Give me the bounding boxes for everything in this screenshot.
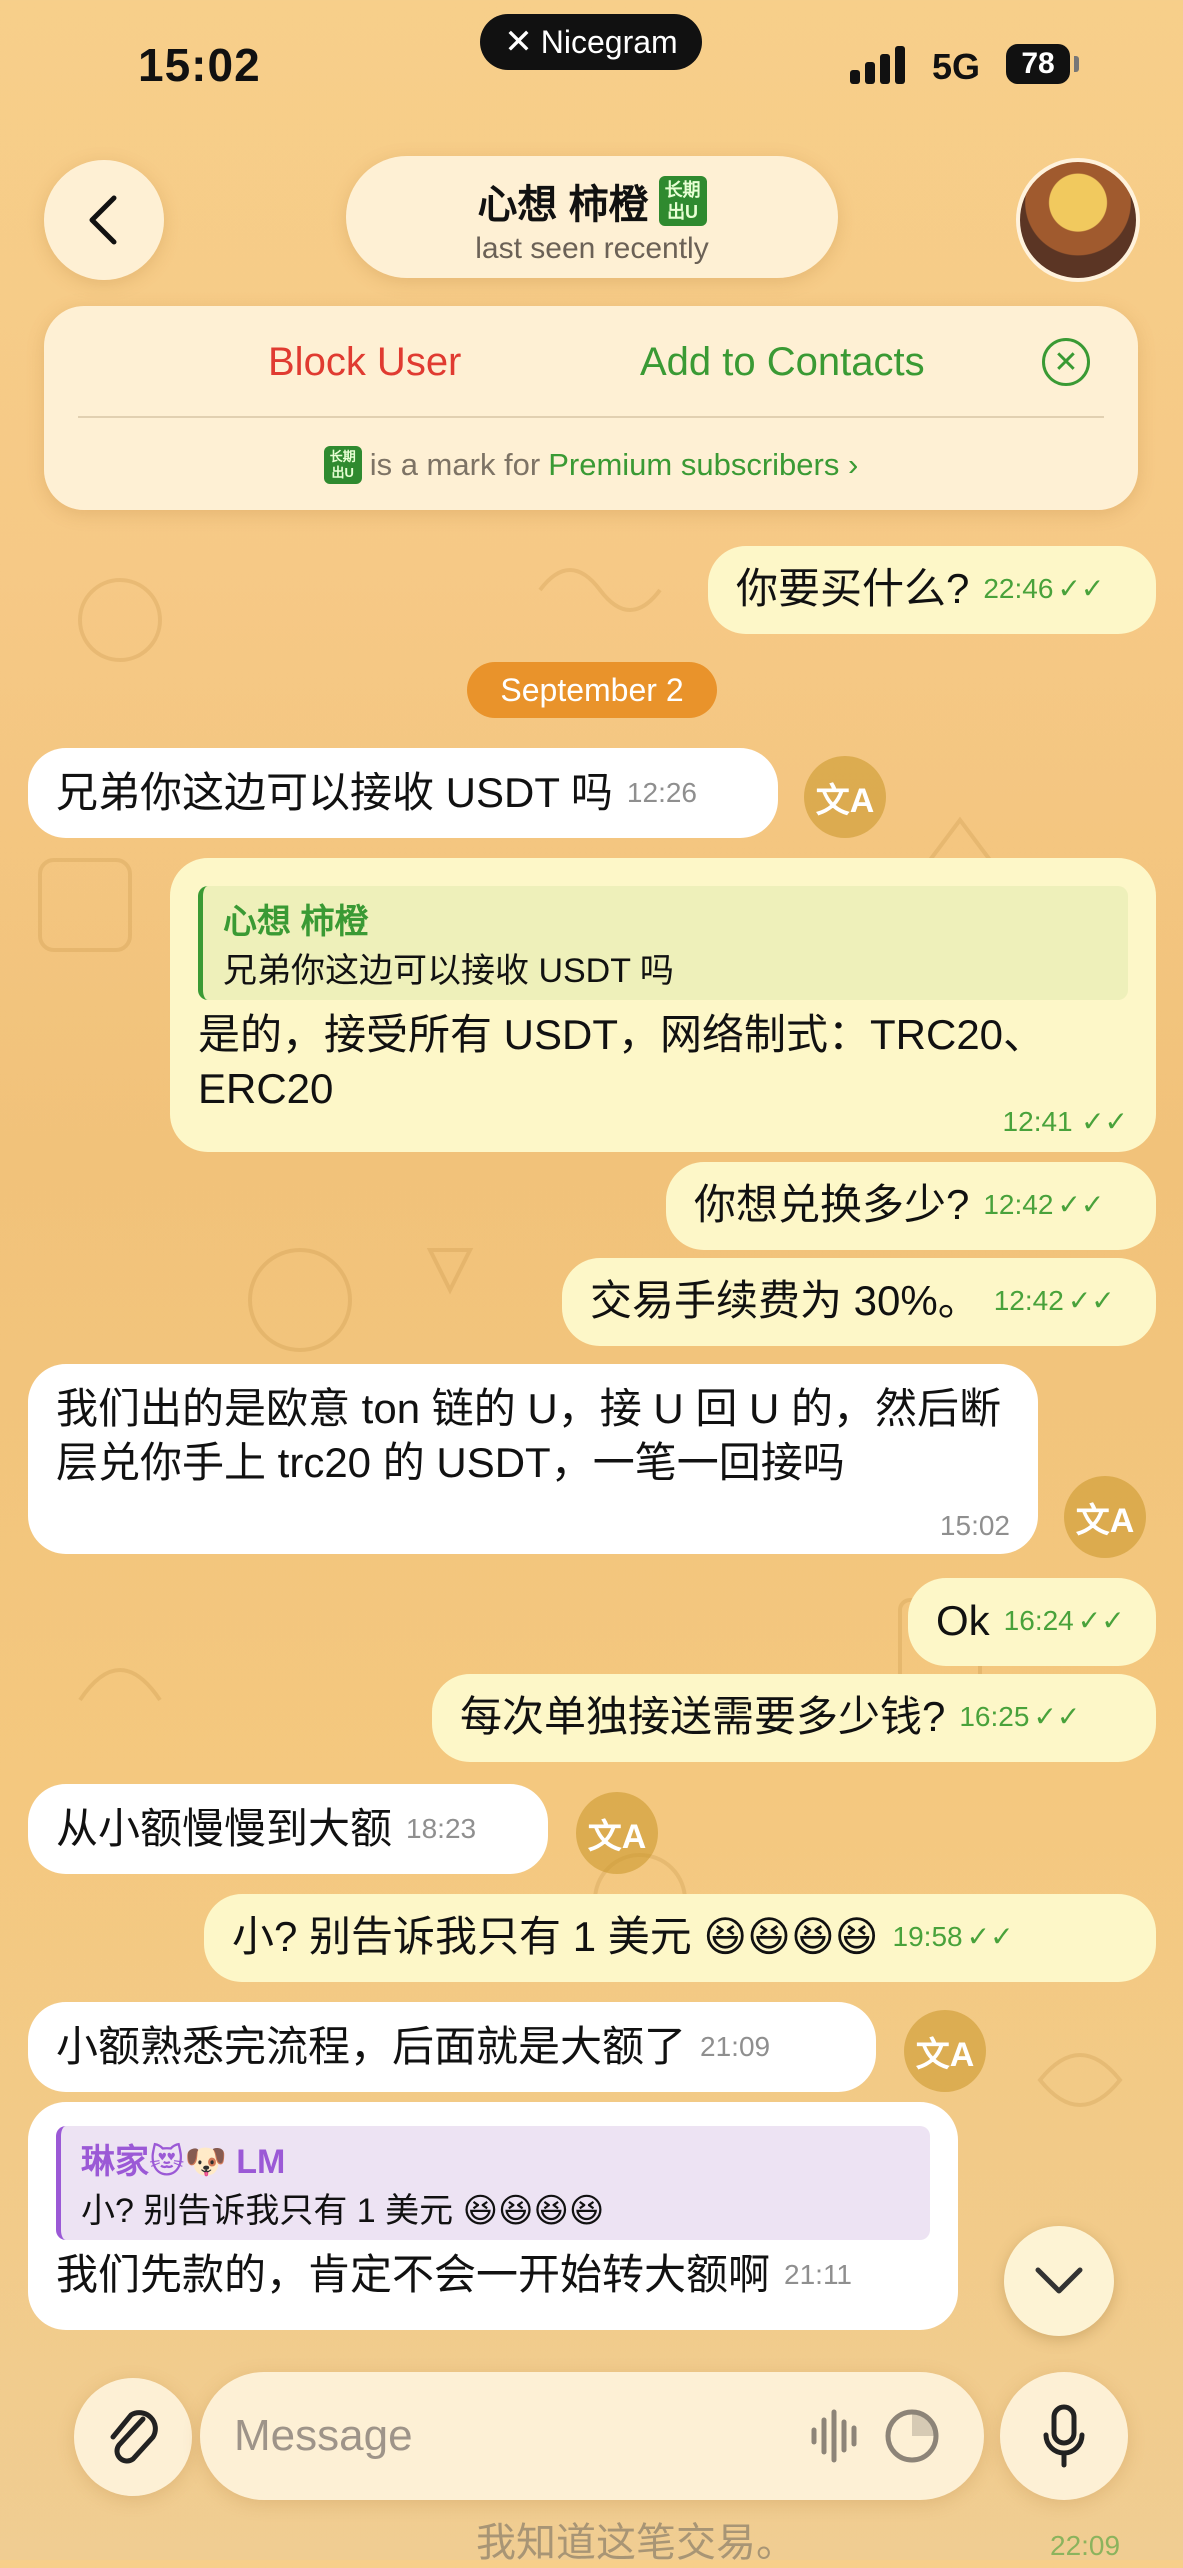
status-time: 15:02 (138, 39, 261, 91)
battery-icon: 78 (1006, 44, 1070, 84)
message-input-bar[interactable] (200, 2372, 984, 2500)
paperclip-icon (110, 2410, 158, 2464)
message-time: 16:24 (1003, 1605, 1074, 1636)
message-text: 我们先款的，肯定不会一开始转大额啊 (56, 2251, 771, 2298)
message-text: 是的，接受所有 USDT，网络制式：TRC20、ERC20 (198, 1011, 1046, 1112)
translate-icon[interactable]: 文A (904, 2010, 986, 2092)
reply-quote[interactable]: 琳家😻🐶 LM 小? 别告诉我只有 1 美元 😆😆😆😆 (56, 2126, 930, 2240)
read-checks-icon: ✓✓ (1057, 1189, 1105, 1220)
attach-button[interactable] (74, 2378, 192, 2496)
chat-title[interactable]: 心想 柿橙 长期 出U last seen recently (346, 156, 838, 278)
close-icon[interactable]: ✕ (1042, 338, 1090, 386)
contact-action-card: Block User Add to Contacts ✕ 长期 出U is a … (44, 306, 1138, 510)
message-bubble-out[interactable]: 小? 别告诉我只有 1 美元 😆😆😆😆 19:58 ✓✓ (204, 1894, 1156, 1982)
back-button[interactable] (44, 160, 164, 280)
translate-icon[interactable]: 文A (1064, 1476, 1146, 1558)
battery-tip (1074, 56, 1079, 72)
read-checks-icon: ✓✓ (966, 1921, 1014, 1952)
message-text: 你想兑换多少? (694, 1181, 970, 1228)
premium-note-text: is a mark for (369, 447, 541, 482)
message-bubble-in[interactable]: 我们出的是欧意 ton 链的 U，接 U 回 U 的，然后断层兑你手上 trc2… (28, 1364, 1038, 1554)
message-bubble-out[interactable]: 你要买什么? 22:46 ✓✓ (708, 546, 1156, 634)
voice-record-button[interactable] (1000, 2372, 1128, 2500)
island-app-name: Nicegram (540, 23, 678, 60)
message-input[interactable] (232, 2410, 796, 2462)
message-text: 从小额慢慢到大额 (56, 1805, 393, 1852)
message-time: 19:58 (892, 1921, 963, 1952)
premium-link[interactable]: Premium subscribers › (548, 447, 858, 483)
reply-text: 兄弟你这边可以接收 USDT 吗 (223, 952, 674, 990)
avatar[interactable] (1016, 158, 1140, 282)
message-text: 每次单独接送需要多少钱? (460, 1693, 946, 1740)
waveform-icon[interactable] (806, 2406, 866, 2466)
translate-icon[interactable]: 文A (576, 1792, 658, 1874)
block-user-button[interactable]: Block User (268, 340, 461, 385)
reply-quote[interactable]: 心想 柿橙 兄弟你这边可以接收 USDT 吗 (198, 886, 1128, 1000)
message-time: 16:25 (959, 1701, 1030, 1732)
message-text: 我们出的是欧意 ton 链的 U，接 U 回 U 的，然后断层兑你手上 trc2… (56, 1385, 1002, 1486)
dynamic-island: ✕ Nicegram (480, 14, 702, 70)
message-time: 18:23 (406, 1813, 477, 1844)
message-time: 15:02 (939, 1510, 1010, 1541)
read-checks-icon: ✓✓ (1081, 1106, 1128, 1137)
premium-note[interactable]: 长期 出U is a mark for Premium subscribers … (44, 446, 1138, 484)
message-text: 小额熟悉完流程，后面就是大额了 (56, 2023, 687, 2070)
message-bubble-out[interactable]: 每次单独接送需要多少钱? 16:25 ✓✓ (432, 1674, 1156, 1762)
read-checks-icon: ✓✓ (1077, 1605, 1125, 1636)
reply-author: 心想 柿橙 (223, 903, 369, 941)
message-time: 21:09 (700, 2031, 771, 2062)
date-separator: September 2 (467, 662, 717, 718)
reply-text: 小? 别告诉我只有 1 美元 😆😆😆😆 (81, 2192, 605, 2230)
last-seen: last seen recently (475, 232, 709, 265)
microphone-icon (1043, 2404, 1085, 2468)
message-bubble-out[interactable]: 心想 柿橙 兄弟你这边可以接收 USDT 吗 是的，接受所有 USDT，网络制式… (170, 858, 1156, 1152)
contact-name: 心想 柿橙 (477, 183, 649, 227)
message-bubble-out[interactable]: Ok 16:24 ✓✓ (908, 1578, 1156, 1666)
translate-icon[interactable]: 文A (804, 756, 886, 838)
message-bubble-in[interactable]: 兄弟你这边可以接收 USDT 吗 12:26 (28, 748, 778, 838)
message-bubble-out[interactable]: 你想兑换多少? 12:42 ✓✓ (666, 1162, 1156, 1250)
nicegram-logo-icon: ✕ (504, 23, 533, 61)
reply-author: 琳家😻🐶 LM (81, 2143, 286, 2181)
message-time: 12:42 (993, 1285, 1064, 1316)
message-time: 21:11 (784, 2259, 853, 2290)
message-bubble-out[interactable]: 交易手续费为 30%。 12:42 ✓✓ (562, 1258, 1156, 1346)
message-text: 兄弟你这边可以接收 USDT 吗 (56, 769, 613, 816)
add-contact-button[interactable]: Add to Contacts (640, 340, 925, 385)
premium-badge-icon: 长期 出U (658, 176, 707, 226)
message-text: 你要买什么? (736, 565, 970, 612)
premium-badge-icon: 长期 出U (323, 446, 362, 484)
message-time: 22:46 (983, 573, 1054, 604)
message-time: 12:26 (626, 777, 697, 808)
divider (78, 416, 1104, 418)
message-time: 12:41 (1002, 1106, 1073, 1137)
message-text: Ok (936, 1597, 990, 1644)
message-bubble-in[interactable]: 从小额慢慢到大额 18:23 (28, 1784, 548, 1874)
message-text: 交易手续费为 30%。 (590, 1277, 980, 1324)
signal-icon (850, 44, 905, 84)
background-message-text: 我知道这笔交易。 (476, 2521, 796, 2565)
chevron-down-icon (1035, 2267, 1083, 2294)
scroll-to-bottom-button[interactable] (1004, 2226, 1114, 2336)
background-message-time: 22:09 (1050, 2530, 1121, 2561)
message-bubble-in[interactable]: 小额熟悉完流程，后面就是大额了 21:09 (28, 2002, 876, 2092)
message-time: 12:42 (983, 1189, 1054, 1220)
chevron-left-icon (89, 195, 117, 245)
message-text: 小? 别告诉我只有 1 美元 😆😆😆😆 (232, 1913, 879, 1960)
network-type: 5G (932, 46, 981, 87)
message-bubble-in[interactable]: 琳家😻🐶 LM 小? 别告诉我只有 1 美元 😆😆😆😆 我们先款的，肯定不会一开… (28, 2102, 958, 2330)
read-checks-icon: ✓✓ (1033, 1701, 1081, 1732)
read-checks-icon: ✓✓ (1067, 1285, 1115, 1316)
sticker-icon[interactable] (882, 2406, 942, 2466)
read-checks-icon: ✓✓ (1057, 573, 1105, 604)
